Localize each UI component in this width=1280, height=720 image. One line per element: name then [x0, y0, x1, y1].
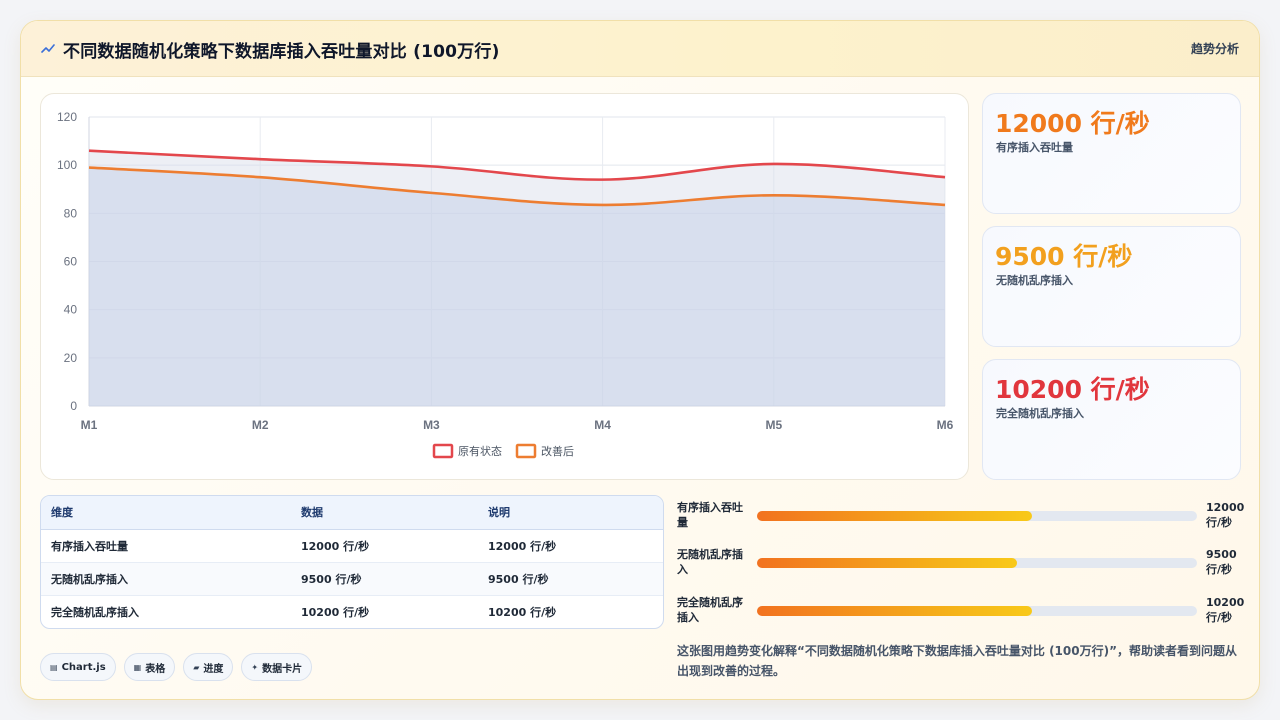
- progress-fill: [757, 511, 1032, 521]
- y-tick-label: 80: [64, 206, 78, 220]
- trend-line-icon: [41, 44, 55, 53]
- legend-label: 改善后: [541, 444, 574, 458]
- data-table: 维度 数据 说明 有序插入吞吐量 12000 行/秒 12000 行/秒 无随机…: [40, 495, 664, 629]
- y-tick-label: 120: [57, 110, 77, 124]
- sparkle-icon: ✦: [251, 662, 259, 672]
- table-row: 完全随机乱序插入 10200 行/秒 10200 行/秒: [41, 595, 663, 628]
- progress-label: 完全随机乱序插入: [677, 596, 743, 624]
- kpi-card-full-shuffle: 10200 行/秒 完全随机乱序插入: [982, 359, 1241, 480]
- table-row: 无随机乱序插入 9500 行/秒 9500 行/秒: [41, 562, 663, 596]
- kpi-label: 有序插入吞吐量: [996, 141, 1073, 154]
- tech-chip-list: ▤ Chart.js ▦ 表格 ▰ 进度 ✦ 数据卡片: [40, 653, 313, 681]
- page-title: 不同数据随机化策略下数据库插入吞吐量对比 (100万行): [63, 42, 500, 62]
- chip-label: 表格: [145, 663, 166, 675]
- progress-fill: [757, 558, 1018, 568]
- progress-value: 12000 行/秒: [1206, 501, 1245, 529]
- kpi-value: 9500 行/秒: [995, 242, 1133, 271]
- table-icon: ▦: [133, 662, 142, 672]
- progress-label: 有序插入吞吐量: [677, 501, 743, 529]
- x-tick-label: M3: [423, 418, 440, 432]
- kpi-card-no-shuffle: 9500 行/秒 无随机乱序插入: [982, 226, 1241, 347]
- legend-label: 原有状态: [458, 444, 502, 458]
- table-cell: 有序插入吞吐量: [41, 529, 291, 563]
- legend-swatch: [515, 443, 537, 459]
- x-tick-label: M1: [81, 418, 98, 432]
- y-tick-label: 0: [70, 399, 77, 413]
- x-tick-label: M4: [594, 418, 611, 432]
- card-header: 不同数据随机化策略下数据库插入吞吐量对比 (100万行) 趋势分析: [21, 21, 1259, 77]
- progress-row: 无随机乱序插入 9500 行/秒: [677, 547, 1241, 583]
- progress-row: 有序插入吞吐量 12000 行/秒: [677, 500, 1244, 536]
- chart-description: 这张图用趋势变化解释“不同数据随机化策略下数据库插入吞吐量对比 (100万行)”…: [677, 644, 1237, 678]
- table-cell: 9500 行/秒: [291, 562, 478, 596]
- progress-value: 9500 行/秒: [1206, 548, 1237, 576]
- table-cell: 10200 行/秒: [301, 605, 370, 619]
- chart-panel: 0 20 40 60 80 100 120 M1 M2 M3 M4 M5 M6 原有状态 改善后: [40, 93, 969, 480]
- table-row: 有序插入吞吐量 12000 行/秒 12000 行/秒: [41, 529, 663, 563]
- chip-label: 数据卡片: [262, 663, 303, 675]
- legend-swatch: [432, 443, 454, 459]
- column-header: 说明: [478, 496, 663, 530]
- table-cell: 9500 行/秒: [478, 562, 663, 596]
- progress-icon: ▰: [193, 662, 200, 672]
- y-tick-label: 20: [64, 351, 78, 365]
- chip-chartjs[interactable]: ▤ Chart.js: [40, 653, 116, 681]
- chip-label: 进度: [203, 663, 224, 675]
- table-cell: 无随机乱序插入: [41, 562, 291, 596]
- x-tick-label: M2: [252, 418, 269, 432]
- chip-label: Chart.js: [61, 661, 106, 673]
- table-cell: 12000 行/秒: [291, 529, 478, 563]
- progress-row: 完全随机乱序插入 10200 行/秒: [677, 595, 1244, 631]
- progress-label: 无随机乱序插入: [677, 548, 743, 576]
- y-tick-label: 100: [57, 158, 77, 172]
- table-cell: 10200 行/秒: [488, 605, 557, 619]
- kpi-label: 完全随机乱序插入: [996, 407, 1084, 420]
- series-area: [89, 167, 945, 406]
- progress-fill: [757, 606, 1032, 616]
- chip-progress[interactable]: ▰ 进度: [183, 653, 234, 681]
- table-cell: 12000 行/秒: [478, 529, 663, 563]
- trend-analysis-link[interactable]: 趋势分析: [1191, 40, 1239, 57]
- chip-data-cards[interactable]: ✦ 数据卡片: [241, 653, 313, 681]
- progress-value: 10200 行/秒: [1206, 596, 1245, 624]
- chip-table[interactable]: ▦ 表格: [123, 653, 176, 681]
- y-tick-label: 60: [64, 255, 78, 269]
- x-tick-label: M6: [937, 418, 954, 432]
- column-header: 维度: [41, 496, 291, 530]
- progress-track: [757, 606, 1197, 616]
- kpi-card-ordered: 12000 行/秒 有序插入吞吐量: [982, 93, 1241, 214]
- kpi-label: 无随机乱序插入: [996, 274, 1073, 287]
- kpi-value: 12000 行/秒: [995, 109, 1150, 138]
- table-cell: 完全随机乱序插入: [51, 605, 139, 619]
- table-header-row: 维度 数据 说明: [41, 496, 663, 530]
- column-header: 数据: [291, 496, 478, 530]
- x-tick-label: M5: [765, 418, 782, 432]
- kpi-value: 10200 行/秒: [995, 375, 1150, 404]
- throughput-area-chart: 0 20 40 60 80 100 120 M1 M2 M3 M4 M5 M6 原有状态 改善后: [57, 110, 954, 459]
- y-tick-label: 40: [64, 303, 78, 317]
- report-card: 不同数据随机化策略下数据库插入吞吐量对比 (100万行) 趋势分析 0 20 40 6…: [20, 20, 1260, 700]
- chart-icon: ▤: [50, 662, 58, 672]
- progress-track: [757, 558, 1197, 568]
- progress-track: [757, 511, 1197, 521]
